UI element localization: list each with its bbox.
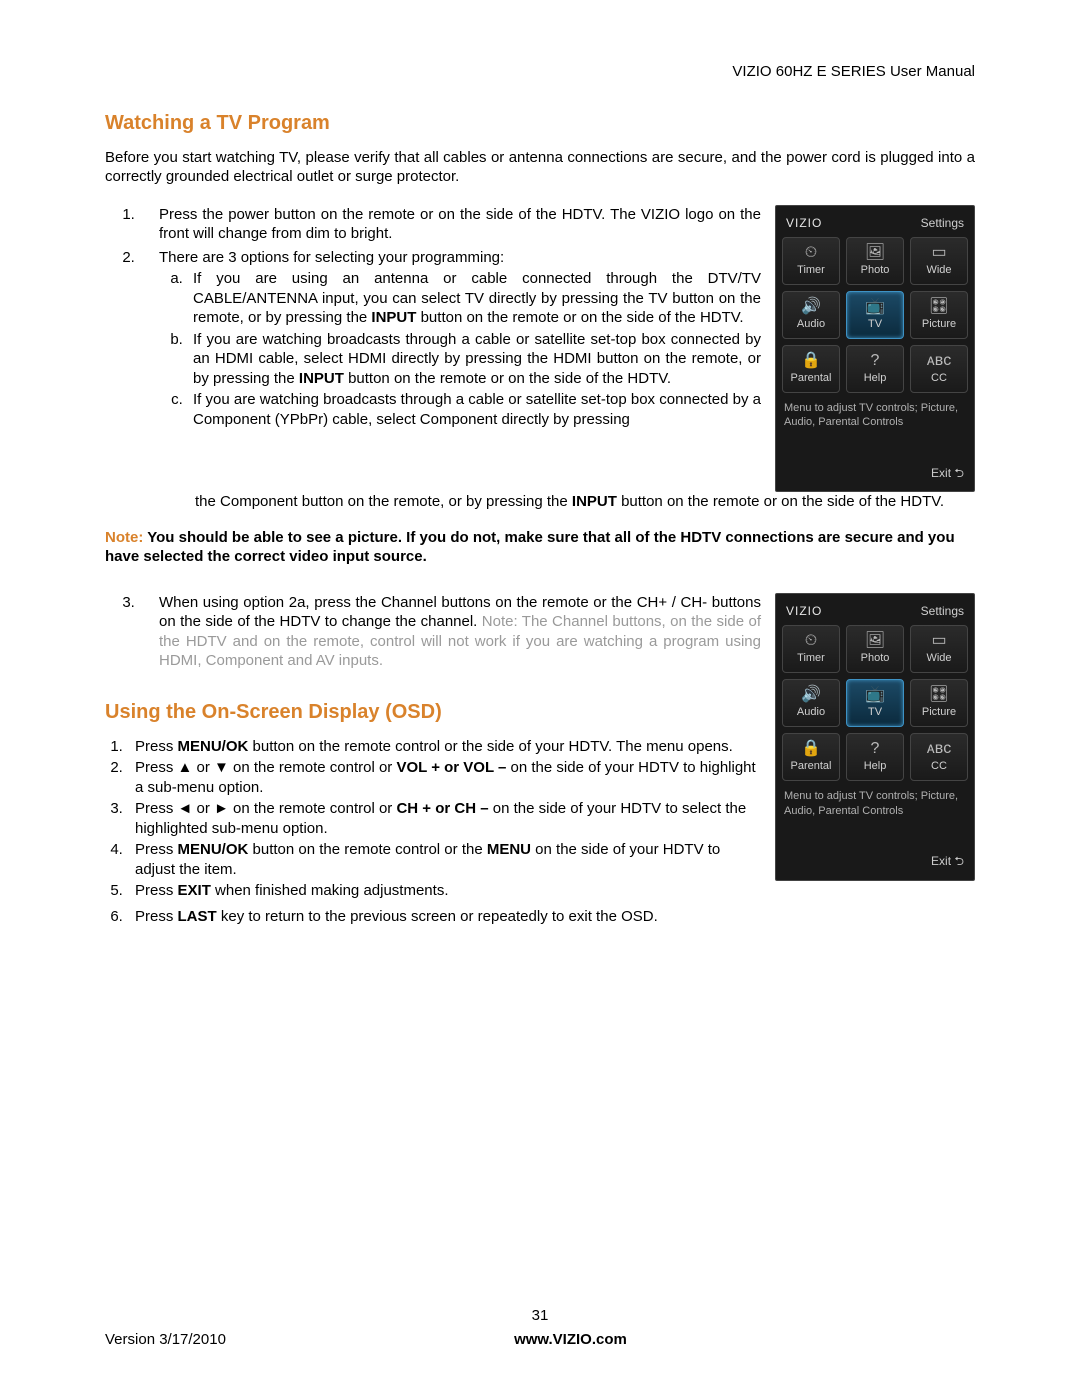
osd-hint: Menu to adjust TV controls; Picture, Aud… [782, 399, 968, 430]
osd-brand: VIZIO [786, 604, 822, 620]
option-a: If you are using an antenna or cable con… [187, 269, 761, 328]
osd-tile-label: Help [864, 759, 887, 773]
osd-tile-picture: 🎛 Picture [910, 679, 968, 727]
osd-tile-audio: 🔊 Audio [782, 679, 840, 727]
help-icon: ? [871, 353, 880, 369]
osd-tile-label: Wide [926, 263, 951, 277]
osd-exit: Exit ⮌ [782, 466, 968, 482]
osd-tile-wide: ▭ Wide [910, 237, 968, 285]
picture-icon: 🎛 [929, 687, 949, 703]
osd-tile-label: Audio [797, 317, 825, 331]
osd-tile-picture: 🎛 Picture [910, 291, 968, 339]
osd-settings-label: Settings [921, 604, 964, 620]
osd-tile-label: Photo [861, 263, 890, 277]
parental-icon: 🔒 [801, 741, 821, 757]
osd-screenshot-2: VIZIO Settings ⏲ Timer 🖼 Photo ▭ Wide 🔊 Audio 📺 TV 🎛… [775, 593, 975, 881]
osd-tile-timer: ⏲ Timer [782, 237, 840, 285]
osd-tile-label: Help [864, 371, 887, 385]
osd-tile-label: Picture [922, 705, 956, 719]
page-number: 31 [105, 1306, 975, 1326]
osd-tile-help: ? Help [846, 733, 904, 781]
timer-icon: ⏲ [805, 245, 817, 261]
osd-tile-label: CC [931, 759, 947, 773]
osd-hint: Menu to adjust TV controls; Picture, Aud… [782, 787, 968, 818]
doc-header: VIZIO 60HZ E SERIES User Manual [105, 62, 975, 82]
osd-tile-photo: 🖼 Photo [846, 237, 904, 285]
intro-paragraph: Before you start watching TV, please ver… [105, 148, 975, 187]
page-footer: 31 Version 3/17/2010 www.VIZIO.com [105, 1306, 975, 1349]
footer-version: Version 3/17/2010 [105, 1330, 226, 1350]
osd-step-1: Press MENU/OK button on the remote contr… [127, 737, 761, 757]
parental-icon: 🔒 [801, 353, 821, 369]
note-paragraph: Note: You should be able to see a pictur… [105, 528, 975, 567]
osd-tile-wide: ▭ Wide [910, 625, 968, 673]
osd-tile-label: Picture [922, 317, 956, 331]
heading-watching-tv: Watching a TV Program [105, 110, 975, 136]
cc-icon: ᴀʙᴄ [927, 741, 951, 757]
osd-tile-label: TV [868, 705, 882, 719]
step-3: When using option 2a, press the Channel … [139, 593, 761, 671]
osd-tile-parental: 🔒 Parental [782, 345, 840, 393]
step-2-intro: There are 3 options for selecting your p… [159, 249, 504, 266]
osd-tile-cc: ᴀʙᴄ CC [910, 733, 968, 781]
osd-tile-label: Audio [797, 705, 825, 719]
osd-tile-audio: 🔊 Audio [782, 291, 840, 339]
osd-step-3: Press ◄ or ► on the remote control or CH… [127, 799, 761, 838]
cc-icon: ᴀʙᴄ [927, 353, 951, 369]
osd-tile-timer: ⏲ Timer [782, 625, 840, 673]
osd-tile-label: Photo [861, 651, 890, 665]
osd-tile-label: Wide [926, 651, 951, 665]
audio-icon: 🔊 [801, 299, 821, 315]
picture-icon: 🎛 [929, 299, 949, 315]
option-c: If you are watching broadcasts through a… [187, 390, 761, 429]
photo-icon: 🖼 [865, 633, 885, 649]
step-2: There are 3 options for selecting your p… [139, 248, 761, 430]
help-icon: ? [871, 741, 880, 757]
osd-tile-parental: 🔒 Parental [782, 733, 840, 781]
tv-icon: 📺 [865, 687, 885, 703]
osd-tile-label: CC [931, 371, 947, 385]
note-label: Note: [105, 529, 143, 546]
osd-step-6: Press LAST key to return to the previous… [127, 907, 975, 927]
osd-tile-label: Timer [797, 651, 825, 665]
osd-tile-tv: 📺 TV [846, 291, 904, 339]
osd-tile-label: TV [868, 317, 882, 331]
wide-icon: ▭ [931, 245, 946, 261]
footer-url: www.VIZIO.com [514, 1330, 627, 1350]
osd-step-5: Press EXIT when finished making adjustme… [127, 881, 761, 901]
wide-icon: ▭ [931, 633, 946, 649]
timer-icon: ⏲ [805, 633, 817, 649]
osd-exit: Exit ⮌ [782, 854, 968, 870]
option-b: If you are watching broadcasts through a… [187, 330, 761, 389]
audio-icon: 🔊 [801, 687, 821, 703]
osd-tile-cc: ᴀʙᴄ CC [910, 345, 968, 393]
osd-brand: VIZIO [786, 216, 822, 232]
osd-screenshot-1: VIZIO Settings ⏲ Timer 🖼 Photo ▭ Wide 🔊 Audio 📺 TV 🎛… [775, 205, 975, 493]
osd-tile-photo: 🖼 Photo [846, 625, 904, 673]
osd-tile-label: Timer [797, 263, 825, 277]
osd-step-4: Press MENU/OK button on the remote contr… [127, 840, 761, 879]
photo-icon: 🖼 [865, 245, 885, 261]
osd-step-2: Press ▲ or ▼ on the remote control or VO… [127, 758, 761, 797]
heading-osd: Using the On-Screen Display (OSD) [105, 699, 761, 725]
osd-tile-label: Parental [791, 371, 832, 385]
osd-tile-help: ? Help [846, 345, 904, 393]
osd-tile-label: Parental [791, 759, 832, 773]
step-1: Press the power button on the remote or … [139, 205, 761, 244]
osd-tile-tv: 📺 TV [846, 679, 904, 727]
osd-settings-label: Settings [921, 216, 964, 232]
option-c-continuation: the Component button on the remote, or b… [195, 492, 975, 512]
tv-icon: 📺 [865, 299, 885, 315]
